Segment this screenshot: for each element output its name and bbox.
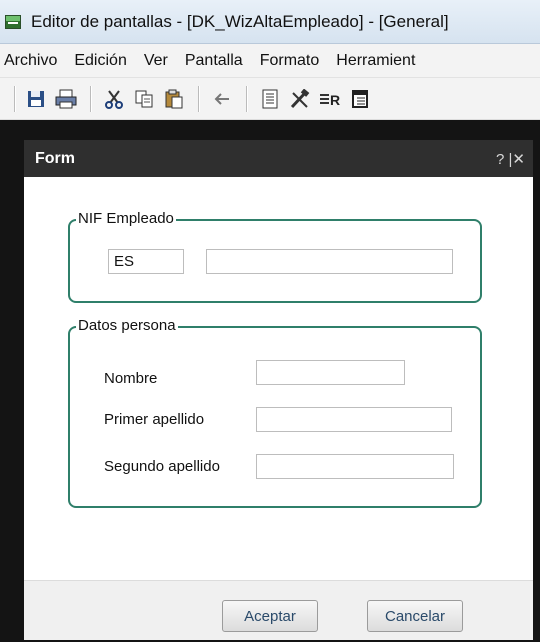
form-title: Form xyxy=(35,149,75,167)
print-icon[interactable] xyxy=(54,87,78,111)
back-arrow-icon[interactable] xyxy=(210,87,234,111)
copy-icon[interactable] xyxy=(132,87,156,111)
save-icon[interactable] xyxy=(24,87,48,111)
menu-bar: Archivo Edición Ver Pantalla Formato Her… xyxy=(0,44,540,78)
svg-text:R: R xyxy=(330,92,340,108)
toolbar-grip[interactable] xyxy=(14,85,16,112)
nif-country-field[interactable]: ES xyxy=(108,249,184,274)
help-close-icon[interactable]: ? |✕ xyxy=(496,150,525,168)
cancel-button[interactable]: Cancelar xyxy=(367,600,463,632)
nif-number-field[interactable] xyxy=(206,249,453,274)
nif-group: NIF Empleado ES xyxy=(68,210,482,303)
paste-icon[interactable] xyxy=(162,87,186,111)
menu-ver[interactable]: Ver xyxy=(144,52,168,70)
tab-order-icon[interactable]: R xyxy=(318,87,342,111)
menu-herramientas[interactable]: Herramient xyxy=(336,52,415,70)
form-button-bar: Aceptar Cancelar xyxy=(24,580,533,640)
nombre-field[interactable] xyxy=(256,360,405,385)
tools-icon[interactable] xyxy=(288,87,312,111)
primer-apellido-field[interactable] xyxy=(256,407,452,432)
menu-edicion[interactable]: Edición xyxy=(74,52,126,70)
primer-apellido-label: Primer apellido xyxy=(104,411,205,428)
toolbar-separator xyxy=(90,85,92,112)
segundo-apellido-label: Segundo apellido xyxy=(104,458,220,475)
window-title: Editor de pantallas - [DK_WizAltaEmplead… xyxy=(31,11,449,31)
cut-icon[interactable] xyxy=(102,87,126,111)
toolbar-separator xyxy=(198,85,200,112)
nombre-label: Nombre xyxy=(104,370,158,387)
accept-button[interactable]: Aceptar xyxy=(222,600,318,632)
nif-group-label: NIF Empleado xyxy=(76,210,176,227)
persona-group: Datos persona Nombre Primer apellido Seg… xyxy=(68,317,482,508)
menu-pantalla[interactable]: Pantalla xyxy=(185,52,243,70)
menu-archivo[interactable]: Archivo xyxy=(4,52,57,70)
window-titlebar: Editor de pantallas - [DK_WizAltaEmplead… xyxy=(0,0,540,44)
menu-formato[interactable]: Formato xyxy=(260,52,320,70)
toolbar-separator xyxy=(246,85,248,112)
app-icon xyxy=(5,14,21,29)
toolbar: R xyxy=(0,78,540,120)
segundo-apellido-field[interactable] xyxy=(256,454,454,479)
form-header: Form ? |✕ xyxy=(24,140,533,177)
columns-icon[interactable] xyxy=(348,87,372,111)
form-window: Form ? |✕ NIF Empleado ES Datos persona … xyxy=(24,140,533,640)
properties-icon[interactable] xyxy=(258,87,282,111)
persona-group-label: Datos persona xyxy=(76,317,178,334)
